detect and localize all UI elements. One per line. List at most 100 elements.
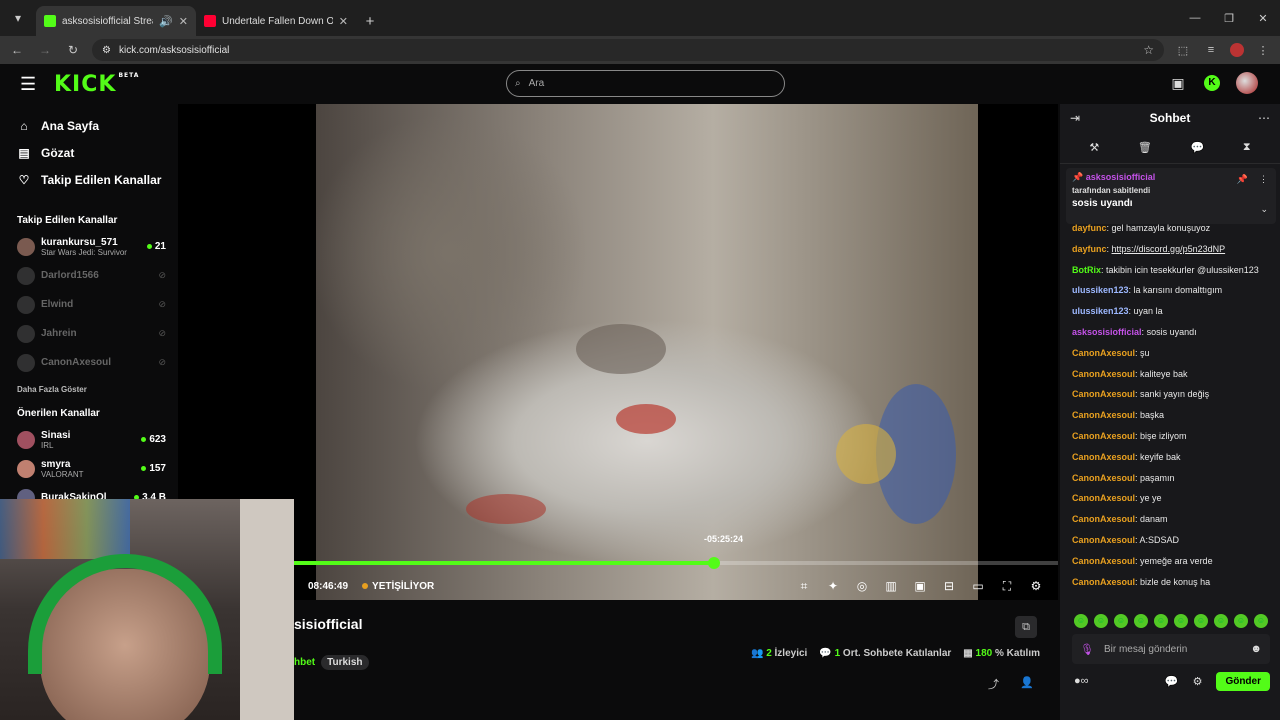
hourglass-icon[interactable]: ⧗ — [1243, 141, 1251, 154]
elapsed-time: 08:46:49 — [308, 580, 349, 592]
emote-icon[interactable]: ☺ — [1134, 614, 1148, 628]
chat-username[interactable]: ulussiken123 — [1072, 306, 1129, 316]
points-icon[interactable]: ●∞ — [1074, 675, 1089, 687]
category-tag[interactable]: hbet — [294, 655, 315, 670]
back-icon[interactable]: ← — [8, 43, 26, 57]
emote-icon[interactable]: ☺ — [1114, 614, 1128, 628]
cast-icon[interactable]: ⊟ — [941, 578, 957, 594]
chevron-down-icon[interactable]: ⌄ — [1260, 204, 1268, 215]
chat-username[interactable]: CanonAxesoul — [1072, 452, 1135, 462]
show-more-link[interactable]: Daha Fazla Göster — [17, 385, 166, 394]
browser-menu-icon[interactable]: ⋮ — [1254, 44, 1272, 57]
close-window-icon[interactable]: ✕ — [1246, 12, 1280, 25]
seek-bar[interactable] — [294, 557, 1058, 569]
tab-close-icon[interactable]: ✕ — [179, 15, 188, 28]
followed-channel-2[interactable]: Elwind ⊘ — [17, 290, 166, 319]
emote-icon[interactable]: ☺ — [1214, 614, 1228, 628]
chat-username[interactable]: dayfunc — [1072, 244, 1107, 254]
share-icon[interactable]: ⤴ — [988, 676, 999, 692]
address-bar[interactable]: ⚙ kick.com/asksosisiofficial ☆ — [92, 39, 1164, 61]
restore-icon[interactable]: ❐ — [1212, 12, 1246, 25]
sparkle-icon[interactable]: ✦ — [825, 578, 841, 594]
chat-text: A:SDSAD — [1139, 534, 1180, 545]
chat-input[interactable]: 🎙 Bir mesaj gönderin ☻ — [1072, 634, 1270, 664]
expand-button[interactable]: ⧉ — [1015, 616, 1037, 638]
tab-close-icon[interactable]: ✕ — [339, 15, 348, 28]
unpin-icon[interactable]: 📌 — [1237, 174, 1248, 185]
nav-browse[interactable]: ▤ Gözat — [17, 139, 166, 166]
inbox-icon[interactable]: ▣ — [1168, 73, 1188, 93]
site-info-icon[interactable]: ⚙ — [102, 45, 111, 56]
followed-channel-3[interactable]: Jahrein ⊘ — [17, 319, 166, 348]
pip-icon[interactable]: ▣ — [912, 578, 928, 594]
speed-icon[interactable]: ◎ — [854, 578, 870, 594]
followed-channel-4[interactable]: CanonAxesoul ⊘ — [17, 348, 166, 377]
live-indicator[interactable]: YETİŞİLİYOR — [362, 581, 434, 592]
pinned-menu-icon[interactable]: ⋮ — [1259, 174, 1268, 185]
emote-icon[interactable]: ☺ — [1194, 614, 1208, 628]
emote-icon[interactable]: ☺ — [1234, 614, 1248, 628]
user-avatar[interactable] — [1236, 72, 1258, 94]
chat-username[interactable]: CanonAxesoul — [1072, 556, 1135, 566]
followed-channel-1[interactable]: Darlord1566 ⊘ — [17, 261, 166, 290]
chat-username[interactable]: CanonAxesoul — [1072, 473, 1135, 483]
emote-icon[interactable]: ☺ — [1074, 614, 1088, 628]
emote-icon[interactable]: ☺ — [1254, 614, 1268, 628]
emoji-icon[interactable]: ☻ — [1250, 643, 1262, 655]
bookmark-star-icon[interactable]: ☆ — [1143, 43, 1154, 57]
media-control-icon[interactable]: ≡ — [1202, 44, 1220, 56]
chat-username[interactable]: CanonAxesoul — [1072, 410, 1135, 420]
fullscreen-icon[interactable]: ⛶ — [999, 578, 1015, 594]
add-user-icon[interactable]: 👤 — [1020, 676, 1034, 689]
settings-icon[interactable]: ⚙ — [1028, 578, 1044, 594]
reload-icon[interactable]: ↻ — [64, 43, 82, 57]
chat-username[interactable]: CanonAxesoul — [1072, 493, 1135, 503]
theater-icon[interactable]: ▭ — [970, 578, 986, 594]
chat-username[interactable]: asksosisiofficial — [1072, 327, 1142, 337]
browser-tab-0[interactable]: asksosisiofficial Stream - W 🔊 ✕ — [36, 6, 196, 36]
kick-coin-icon[interactable]: K — [1204, 75, 1220, 91]
stats-icon[interactable]: ▥ — [883, 578, 899, 594]
recommended-channel-0[interactable]: Sinasi IRL 623 — [17, 425, 166, 454]
followed-channel-0[interactable]: kurankursu_571 Star Wars Jedi: Survivor 2… — [17, 232, 166, 261]
emote-icon[interactable]: ☺ — [1154, 614, 1168, 628]
chat-username[interactable]: dayfunc — [1072, 223, 1107, 233]
chat-username[interactable]: CanonAxesoul — [1072, 514, 1135, 524]
language-tag[interactable]: Turkish — [321, 655, 369, 670]
chat-username[interactable]: CanonAxesoul — [1072, 431, 1135, 441]
extensions-icon[interactable]: ⬚ — [1174, 44, 1192, 57]
chat-username[interactable]: CanonAxesoul — [1072, 369, 1135, 379]
browser-tab-1[interactable]: Undertale Fallen Down OST # ✕ — [196, 6, 356, 36]
recommended-channel-1[interactable]: smyra VALORANT 157 — [17, 454, 166, 483]
forward-icon[interactable]: → — [36, 43, 54, 57]
profile-avatar[interactable] — [1230, 43, 1244, 57]
emote-icon[interactable]: ☺ — [1094, 614, 1108, 628]
chat-settings-icon[interactable]: ⚙ — [1193, 675, 1203, 688]
trash-icon[interactable]: 🗑 — [1138, 141, 1152, 154]
chat-username[interactable]: CanonAxesoul — [1072, 535, 1135, 545]
chat-username[interactable]: CanonAxesoul — [1072, 577, 1135, 587]
nav-following[interactable]: ♡ Takip Edilen Kanallar — [17, 166, 166, 193]
chat-message: ulussiken123: uyan la — [1072, 305, 1268, 318]
video-player[interactable]: -05:25:24 08:46:49 YETİŞİLİYOR ⌗ ✦ ◎ ▥ ▣… — [178, 104, 1058, 600]
menu-icon[interactable]: ☰ — [20, 74, 40, 95]
chat-username[interactable]: ulussiken123 — [1072, 285, 1129, 295]
chat-link[interactable]: https://discord.gg/p5n23dNP — [1112, 244, 1226, 254]
chat-username[interactable]: BotRix — [1072, 265, 1101, 275]
emote-icon[interactable]: ☺ — [1174, 614, 1188, 628]
chat-text: ye ye — [1140, 493, 1162, 504]
clip-icon[interactable]: ⌗ — [796, 578, 812, 594]
search-input[interactable]: ⌕ Ara — [506, 70, 785, 97]
nav-home[interactable]: ⌂ Ana Sayfa — [17, 112, 166, 139]
chat-username[interactable]: CanonAxesoul — [1072, 348, 1135, 358]
ban-hammer-icon[interactable]: ⚒ — [1089, 141, 1099, 154]
new-tab-button[interactable]: + — [356, 6, 384, 36]
send-button[interactable]: Gönder — [1216, 671, 1270, 691]
chat-bubble-icon[interactable]: 💬 — [1191, 141, 1205, 154]
tab-search-icon[interactable]: ▾ — [0, 0, 36, 36]
channel-name: Jahrein — [41, 328, 77, 339]
minimize-icon[interactable]: — — [1178, 12, 1212, 24]
chat-username[interactable]: CanonAxesoul — [1072, 389, 1135, 399]
kick-logo[interactable]: KICK BETA — [54, 72, 139, 97]
chat-settings-bubble-icon[interactable]: 💬 — [1165, 675, 1179, 688]
